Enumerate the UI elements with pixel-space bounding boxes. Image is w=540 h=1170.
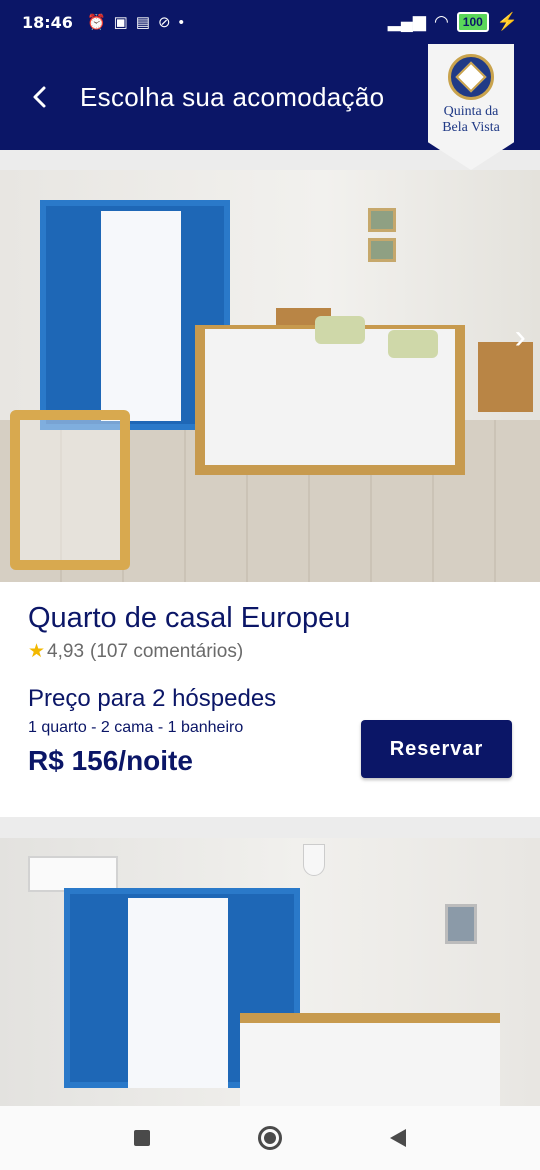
system-back-button[interactable] — [383, 1123, 413, 1153]
status-icons-left: ⏰ ▣ ▤ ⊘ • — [86, 13, 184, 32]
pillow — [388, 330, 438, 358]
circle-icon — [258, 1126, 282, 1150]
room-card[interactable] — [0, 838, 540, 1106]
do-not-disturb-icon: ⊘ — [158, 14, 171, 31]
bus-icon: ▤ — [135, 14, 150, 31]
back-arrow-icon — [33, 86, 46, 108]
home-button[interactable] — [255, 1123, 285, 1153]
page-title: Escolha sua acomodação — [80, 81, 385, 112]
rating-value: 4,93 — [47, 640, 85, 662]
wall-picture — [368, 238, 396, 262]
status-icons-right: ▂▄▆ ◠ 100 ⚡ — [388, 12, 518, 32]
charging-icon: ⚡ — [496, 12, 518, 31]
compass-rose-icon — [448, 54, 494, 100]
chevron-right-icon[interactable]: › — [515, 318, 526, 357]
recents-button[interactable] — [127, 1123, 157, 1153]
bed-image — [240, 1013, 500, 1106]
status-bar: 18:46 ⏰ ▣ ▤ ⊘ • ▂▄▆ ◠ 100 ⚡ — [0, 0, 540, 44]
square-icon — [134, 1130, 150, 1146]
pillow — [315, 316, 365, 344]
logo-text: Quinta da Bela Vista — [442, 104, 500, 135]
room-rating: ★ 4,93 (107 comentários) — [28, 640, 512, 663]
review-count: (107 comentários) — [90, 640, 244, 662]
app-bar: Escolha sua acomodação Quinta da Bela Vi… — [0, 44, 540, 170]
dot-icon: • — [178, 13, 184, 31]
linkedin-icon: ▣ — [113, 14, 128, 31]
brand-logo: Quinta da Bela Vista — [428, 44, 514, 170]
room-photo[interactable]: › — [0, 170, 540, 582]
status-time: 18:46 — [22, 12, 73, 32]
star-icon: ★ — [28, 641, 46, 662]
wall-picture — [445, 904, 477, 944]
battery-icon: 100 — [456, 12, 489, 32]
reserve-button[interactable]: Reservar — [361, 720, 512, 778]
wall-picture — [368, 208, 396, 232]
room-photo[interactable] — [0, 838, 540, 1106]
room-card[interactable]: › Quarto de casal Europeu ★ 4,93 (107 co… — [0, 170, 540, 817]
guest-price-label: Preço para 2 hóspedes — [28, 685, 277, 712]
wifi-icon: ◠ — [433, 12, 449, 31]
room-info: Quarto de casal Europeu ★ 4,93 (107 come… — [0, 582, 540, 817]
ceiling-lamp — [303, 844, 325, 876]
room-name: Quarto de casal Europeu — [28, 602, 351, 634]
chair-image — [10, 410, 130, 570]
triangle-back-icon — [390, 1129, 406, 1147]
signal-icon: ▂▄▆ — [387, 12, 426, 31]
alarm-icon: ⏰ — [86, 14, 106, 31]
system-nav-bar — [0, 1106, 540, 1170]
back-button[interactable] — [0, 44, 80, 150]
air-conditioner — [28, 856, 118, 892]
